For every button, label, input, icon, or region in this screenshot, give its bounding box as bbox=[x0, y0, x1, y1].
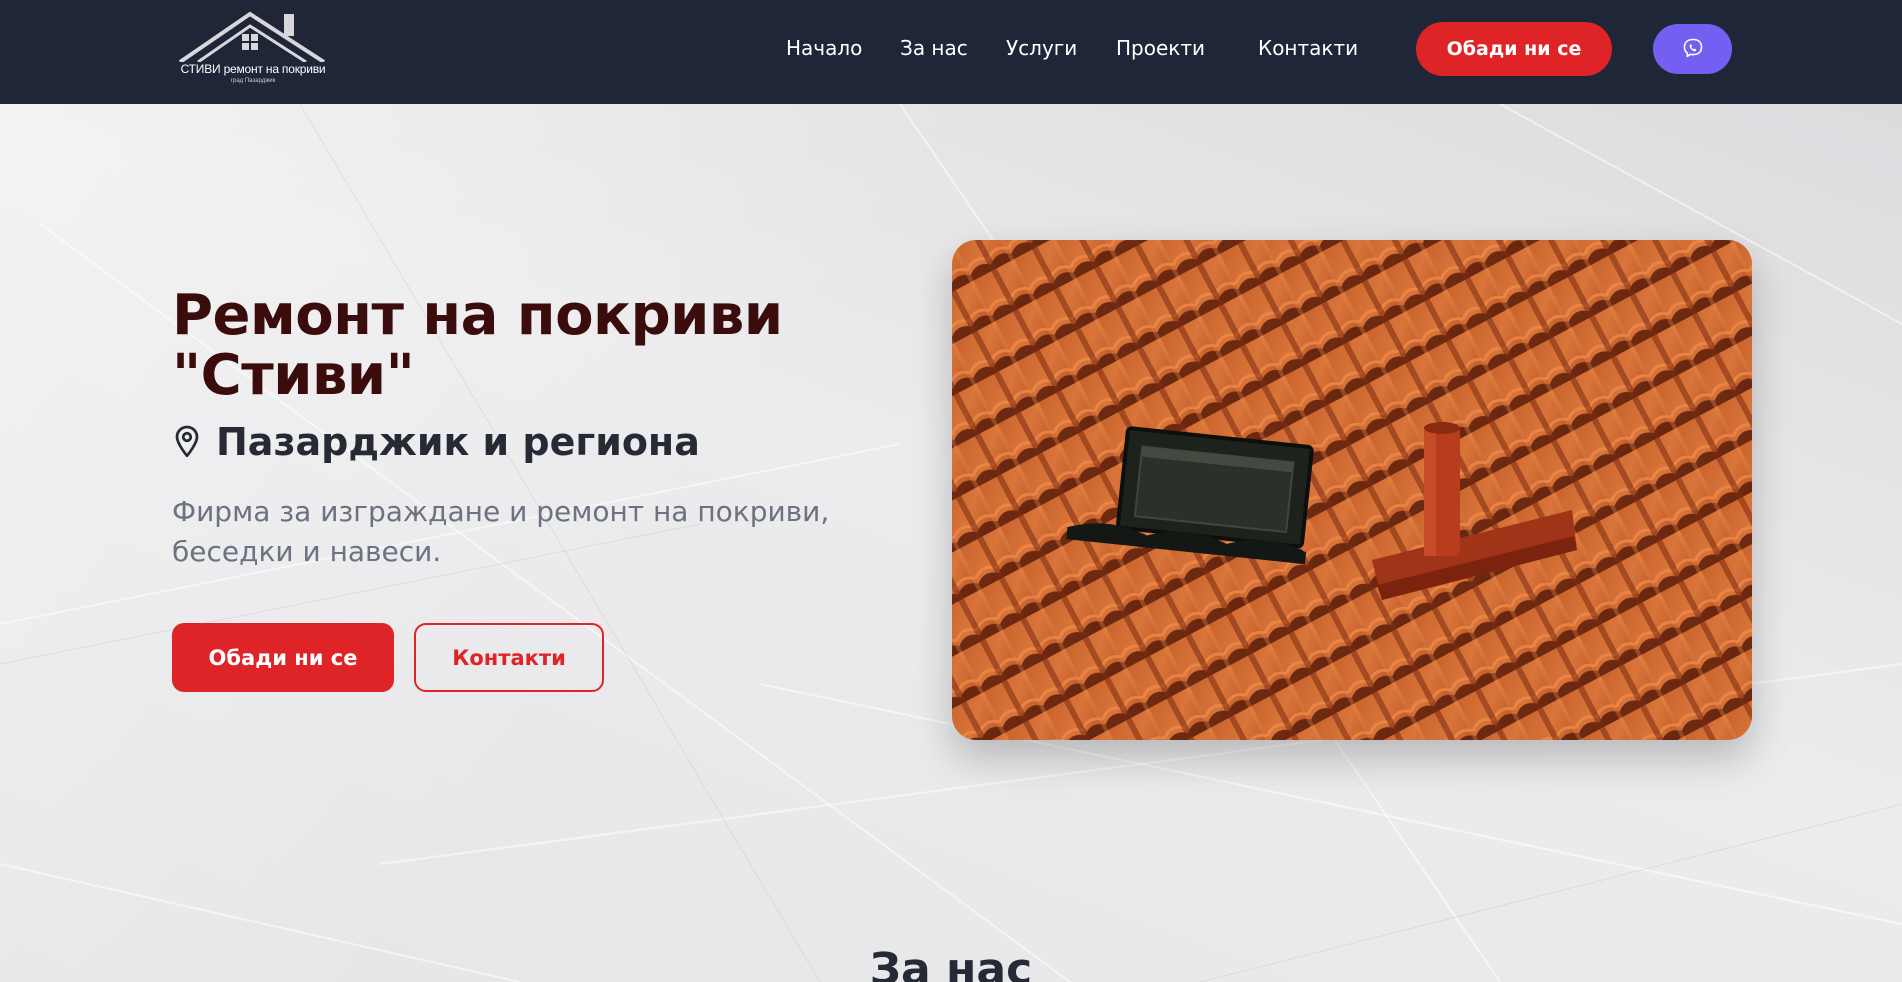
roof-tiles-illustration bbox=[952, 240, 1752, 740]
site-header: СТИВИ ремонт на покриви град Пазарджик Н… bbox=[0, 0, 1902, 104]
map-pin-icon bbox=[175, 425, 199, 458]
nav-item-contacts[interactable]: Контакти bbox=[1258, 36, 1358, 60]
viber-icon bbox=[1683, 38, 1702, 58]
hero-title: Ремонт на покриви "Стиви" bbox=[172, 283, 783, 408]
hero-contacts-button[interactable]: Контакти bbox=[414, 623, 604, 692]
nav-item-about[interactable]: За нас bbox=[900, 36, 968, 60]
viber-button[interactable] bbox=[1653, 24, 1732, 74]
brand-logo[interactable]: СТИВИ ремонт на покриви град Пазарджик bbox=[172, 10, 334, 90]
roof-tiles-photo bbox=[952, 240, 1752, 740]
about-section-title: За нас bbox=[869, 944, 1033, 982]
roof-logo-icon bbox=[178, 11, 326, 62]
hero-location-text: Пазарджик и региона bbox=[216, 420, 700, 464]
brand-name: СТИВИ ремонт на покриви bbox=[180, 62, 326, 76]
hero-description: Фирма за изграждане и ремонт на покриви,… bbox=[172, 495, 830, 568]
brand-subtitle: град Пазарджик bbox=[230, 78, 276, 84]
hero-call-button[interactable]: Обади ни се bbox=[172, 623, 394, 692]
nav-item-projects[interactable]: Проекти bbox=[1116, 36, 1205, 60]
nav-item-home[interactable]: Начало bbox=[786, 36, 862, 60]
header-call-button[interactable]: Обади ни се bbox=[1416, 22, 1612, 76]
nav-item-services[interactable]: Услуги bbox=[1006, 36, 1077, 60]
hero-location: Пазарджик и региона bbox=[172, 420, 700, 464]
